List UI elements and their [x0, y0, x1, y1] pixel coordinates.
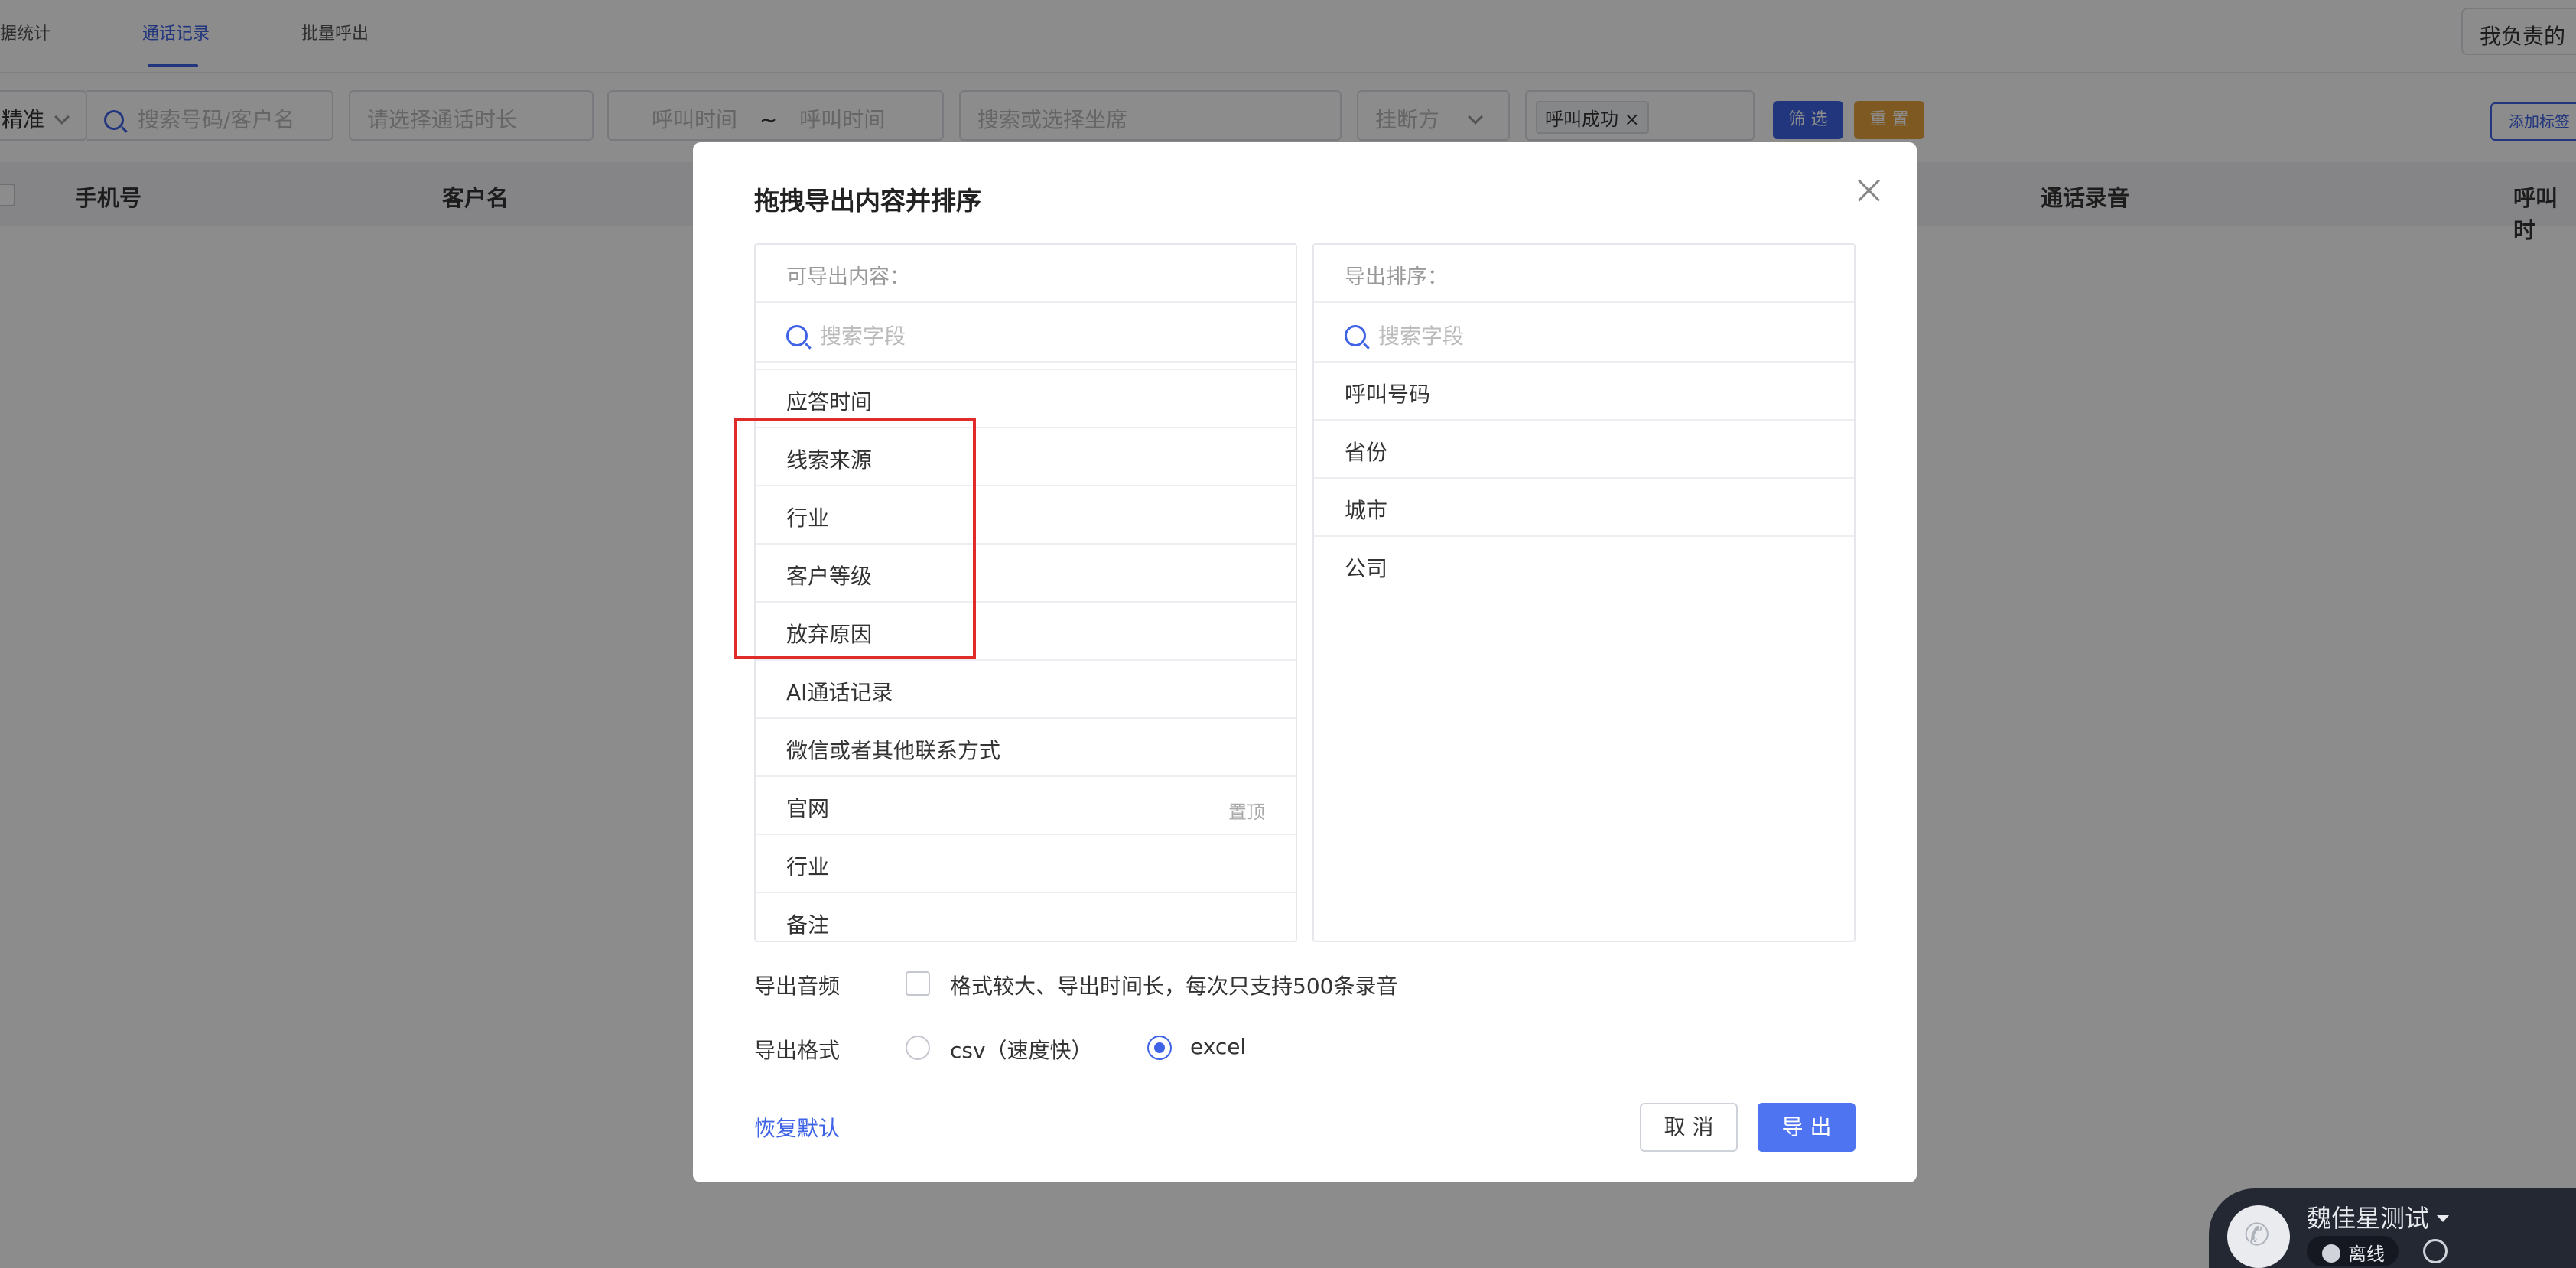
available-fields-panel: 可导出内容： 搜索字段 应答时间 线索来源 行业 客户等级 放弃原因 AI通话记… — [754, 243, 1297, 942]
phone-avatar[interactable]: ✆ — [2227, 1205, 2290, 1268]
export-format-label: 导出格式 — [754, 1038, 841, 1063]
available-search-placeholder: 搜索字段 — [820, 324, 906, 349]
offline-status-icon — [2322, 1244, 2340, 1263]
available-field-list: 应答时间 线索来源 行业 客户等级 放弃原因 AI通话记录 微信或者其他联系方式… — [756, 369, 1296, 941]
agent-name: 魏佳星测试 — [2307, 1204, 2430, 1233]
field-item-industry-2[interactable]: 行业 — [756, 835, 1296, 893]
phone-icon: ✆ — [2244, 1218, 2270, 1253]
available-search-input[interactable]: 搜索字段 — [756, 303, 1296, 363]
order-item-province[interactable]: 省份 — [1314, 421, 1854, 479]
dialog-title: 拖拽导出内容并排序 — [754, 186, 981, 216]
export-dialog: 拖拽导出内容并排序 可导出内容： 搜索字段 应答时间 线索来源 行业 客户等级 … — [693, 142, 1917, 1182]
agent-name-dropdown[interactable]: 魏佳星测试 — [2307, 1199, 2450, 1234]
available-fields-header: 可导出内容： — [756, 245, 1296, 303]
close-icon[interactable] — [1856, 177, 1882, 203]
field-item-customer-level[interactable]: 客户等级 — [756, 545, 1296, 603]
order-search-input[interactable]: 搜索字段 — [1314, 303, 1854, 363]
field-item-ai-call-record[interactable]: AI通话记录 — [756, 661, 1296, 719]
search-icon — [786, 325, 808, 346]
export-button[interactable]: 导 出 — [1758, 1103, 1856, 1152]
search-icon — [1345, 325, 1366, 346]
export-audio-hint: 格式较大、导出时间长，每次只支持500条录音 — [950, 974, 1398, 999]
order-item-city[interactable]: 城市 — [1314, 479, 1854, 537]
softphone-widget: ✆ 魏佳星测试 离线 — [2209, 1188, 2576, 1268]
format-csv-radio[interactable] — [906, 1036, 930, 1060]
order-search-placeholder: 搜索字段 — [1378, 324, 1465, 349]
gear-icon[interactable] — [2423, 1239, 2448, 1263]
format-csv-label: csv（速度快） — [950, 1038, 1093, 1063]
agent-status-label: 离线 — [2348, 1244, 2385, 1265]
export-order-header: 导出排序： — [1314, 245, 1854, 303]
export-audio-label: 导出音频 — [754, 974, 841, 999]
restore-default-link[interactable]: 恢复默认 — [754, 1112, 840, 1143]
order-item-call-number[interactable]: 呼叫号码 — [1314, 363, 1854, 421]
field-item-lead-source[interactable]: 线索来源 — [756, 428, 1296, 486]
field-item-website-label: 官网 — [786, 796, 830, 821]
format-excel-radio[interactable] — [1147, 1036, 1172, 1060]
field-item-remark[interactable]: 备注 — [756, 893, 1296, 941]
field-item-wechat-contact[interactable]: 微信或者其他联系方式 — [756, 719, 1296, 777]
export-order-panel: 导出排序： 搜索字段 呼叫号码 省份 城市 公司 — [1312, 243, 1856, 942]
pin-to-top-button[interactable]: 置顶 — [1228, 797, 1265, 824]
order-item-company[interactable]: 公司 — [1314, 537, 1854, 595]
field-item-abandon-reason[interactable]: 放弃原因 — [756, 603, 1296, 661]
field-item-industry[interactable]: 行业 — [756, 486, 1296, 545]
export-audio-checkbox[interactable] — [906, 971, 930, 996]
format-excel-label: excel — [1190, 1034, 1247, 1059]
field-item-answer-time[interactable]: 应答时间 — [756, 370, 1296, 428]
cancel-button[interactable]: 取 消 — [1640, 1103, 1738, 1152]
export-order-list: 呼叫号码 省份 城市 公司 — [1314, 363, 1854, 595]
caret-down-icon — [2437, 1215, 2450, 1222]
field-item-website[interactable]: 官网 置顶 — [756, 777, 1296, 835]
agent-status[interactable]: 离线 — [2307, 1236, 2399, 1266]
